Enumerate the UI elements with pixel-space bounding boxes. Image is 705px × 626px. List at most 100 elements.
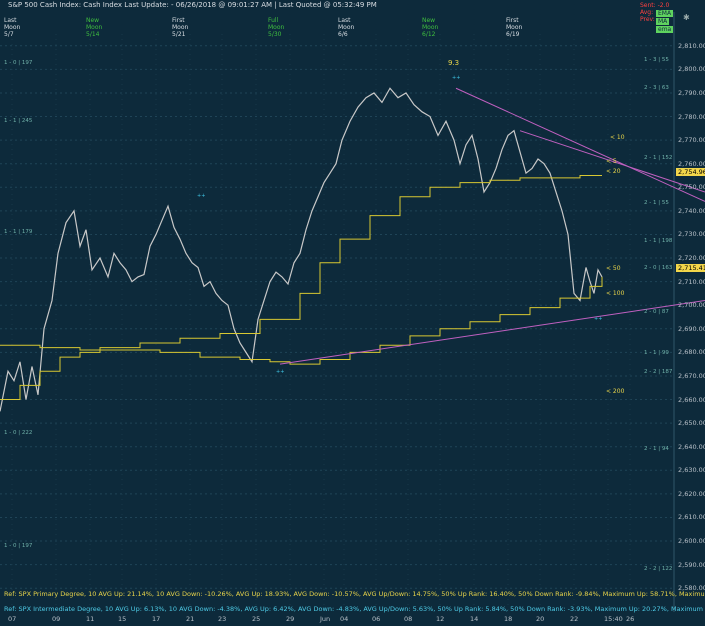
marker: ++ bbox=[452, 75, 460, 81]
moon-date: 6/12 bbox=[422, 31, 436, 38]
x-tick-label: 08 bbox=[404, 615, 413, 623]
x-tick-label: 14 bbox=[470, 615, 479, 623]
y-tick-label: 2,620.00 bbox=[678, 489, 705, 498]
x-tick-label: 09 bbox=[52, 615, 61, 623]
ma-label: < 5 bbox=[606, 158, 617, 165]
moon-line1: Last bbox=[4, 17, 17, 24]
moon-line1: First bbox=[506, 17, 519, 24]
ma-label: < 50 bbox=[606, 265, 621, 272]
chart-title: S&P 500 Cash Index: bbox=[8, 1, 82, 9]
moon-line2: Moon bbox=[4, 24, 21, 31]
ma-label: < 20 bbox=[606, 168, 621, 175]
moon-line2: Moon bbox=[172, 24, 189, 31]
level-label-left: 1 - 0 | 222 bbox=[4, 430, 33, 436]
moon-line1: First bbox=[172, 17, 185, 24]
x-tick-label: 22 bbox=[570, 615, 579, 623]
level-label-left: 1 - 0 | 197 bbox=[4, 543, 33, 549]
y-tick-label: 2,640.00 bbox=[678, 442, 705, 451]
primary-degree-stats: Ref: SPX Primary Degree, 10 AVG Up: 21.1… bbox=[4, 590, 705, 598]
last-price-tag: 2,754.96 bbox=[676, 168, 705, 176]
y-tick-label: 2,790.00 bbox=[678, 88, 705, 97]
y-tick-label: 2,710.00 bbox=[678, 277, 705, 286]
y-tick-label: 2,630.00 bbox=[678, 466, 705, 475]
moon-phase: First Moon 6/19 bbox=[506, 17, 522, 38]
level-label-left: 1 - 1 | 179 bbox=[4, 229, 33, 235]
y-tick-label: 2,690.00 bbox=[678, 324, 705, 333]
y-tick-label: 2,760.00 bbox=[678, 159, 705, 168]
x-tick-label: 04 bbox=[340, 615, 349, 623]
y-tick-label: 2,750.00 bbox=[678, 183, 705, 192]
corner-badge: MA bbox=[656, 18, 670, 25]
moon-date: 5/14 bbox=[86, 31, 100, 38]
marker: ++ bbox=[197, 193, 205, 199]
gear-icon[interactable]: ✱ bbox=[683, 13, 690, 22]
level-label-right: 2 - 0 | 163 bbox=[644, 265, 673, 271]
moon-date: 5/7 bbox=[4, 31, 14, 38]
corner-badge: EMA bbox=[656, 10, 674, 17]
level-label-right: 2 - 3 | 63 bbox=[644, 85, 669, 91]
y-tick-label: 2,810.00 bbox=[678, 41, 705, 50]
x-tick-label: 07 bbox=[8, 615, 17, 623]
moon-line1: Last bbox=[338, 17, 351, 24]
y-tick-label: 2,670.00 bbox=[678, 371, 705, 380]
moon-phase: First Moon 5/21 bbox=[172, 17, 188, 38]
level-label-right: 1 - 3 | 55 bbox=[644, 57, 669, 63]
level-label-right: 2 - 0 | 87 bbox=[644, 309, 669, 315]
level-label-left: 1 - 1 | 245 bbox=[4, 118, 33, 124]
moon-date: 6/19 bbox=[506, 31, 520, 38]
marker: ++ bbox=[594, 316, 602, 322]
y-tick-label: 2,650.00 bbox=[678, 419, 705, 428]
moon-line2: Moon bbox=[506, 24, 523, 31]
moon-phase: New Moon 6/12 bbox=[422, 17, 438, 38]
corner-label: Avg: bbox=[640, 9, 654, 16]
moon-line2: Moon bbox=[422, 24, 439, 31]
chart-subtitle: Cash Index bbox=[83, 1, 123, 9]
x-tick-label: 12 bbox=[436, 615, 445, 623]
y-tick-label: 2,720.00 bbox=[678, 254, 705, 263]
y-tick-label: 2,770.00 bbox=[678, 136, 705, 145]
marker: ++ bbox=[276, 369, 284, 375]
level-label-right: 2 - 1 | 152 bbox=[644, 155, 673, 161]
level-label-left: 1 - 0 | 197 bbox=[4, 60, 33, 66]
corner-badge: ema bbox=[656, 26, 674, 33]
level-label-right: 2 - 1 | 94 bbox=[644, 446, 669, 452]
level-label-right: 2 - 2 | 187 bbox=[644, 369, 673, 375]
y-tick-label: 2,610.00 bbox=[678, 513, 705, 522]
level-label-right: 2 - 1 | 55 bbox=[644, 200, 669, 206]
x-tick-label: 17 bbox=[152, 615, 161, 623]
ma-label: < 100 bbox=[606, 290, 625, 297]
moon-phase: New Moon 5/14 bbox=[86, 17, 102, 38]
moon-date: 6/6 bbox=[338, 31, 348, 38]
ma-price-tag: 2,715.41 bbox=[676, 264, 705, 272]
x-tick-label: 23 bbox=[218, 615, 227, 623]
y-tick-label: 2,800.00 bbox=[678, 65, 705, 74]
x-tick-label: 06 bbox=[372, 615, 381, 623]
intermediate-degree-stats: Ref: SPX Intermediate Degree, 10 AVG Up:… bbox=[4, 605, 705, 613]
moon-line1: New bbox=[422, 17, 436, 24]
price-chart: ++ ++ ++ ++ bbox=[0, 0, 705, 626]
x-tick-label: 15:40 bbox=[604, 615, 623, 623]
moon-phase: Full Moon 5/30 bbox=[268, 17, 284, 38]
x-tick-label: 20 bbox=[536, 615, 545, 623]
ma-label: < 10 bbox=[610, 134, 625, 141]
y-tick-label: 2,780.00 bbox=[678, 112, 705, 121]
x-tick-label: 18 bbox=[504, 615, 513, 623]
y-tick-label: 2,730.00 bbox=[678, 230, 705, 239]
x-tick-label: 29 bbox=[286, 615, 295, 623]
level-label-right: 1 - 1 | 198 bbox=[644, 238, 673, 244]
y-tick-label: 2,660.00 bbox=[678, 395, 705, 404]
level-label-right: 2 - 2 | 122 bbox=[644, 566, 673, 572]
peak-label: 9.3 bbox=[448, 59, 460, 67]
moon-phase: Last Moon 6/6 bbox=[338, 17, 354, 38]
y-tick-label: 2,680.00 bbox=[678, 348, 705, 357]
y-tick-label: 2,700.00 bbox=[678, 301, 705, 310]
moon-date: 5/21 bbox=[172, 31, 186, 38]
x-tick-label: 26 bbox=[626, 615, 635, 623]
moon-phase: Last Moon 5/7 bbox=[4, 17, 20, 38]
last-update: Last Update: - 06/26/2018 @ 09:01:27 AM … bbox=[124, 1, 377, 9]
corner-label: Sent: -2.0 bbox=[640, 2, 670, 9]
y-tick-label: 2,740.00 bbox=[678, 206, 705, 215]
moon-line1: Full bbox=[268, 17, 279, 24]
x-tick-label: Jun bbox=[320, 615, 331, 623]
corner-label: Prev: bbox=[640, 16, 655, 23]
